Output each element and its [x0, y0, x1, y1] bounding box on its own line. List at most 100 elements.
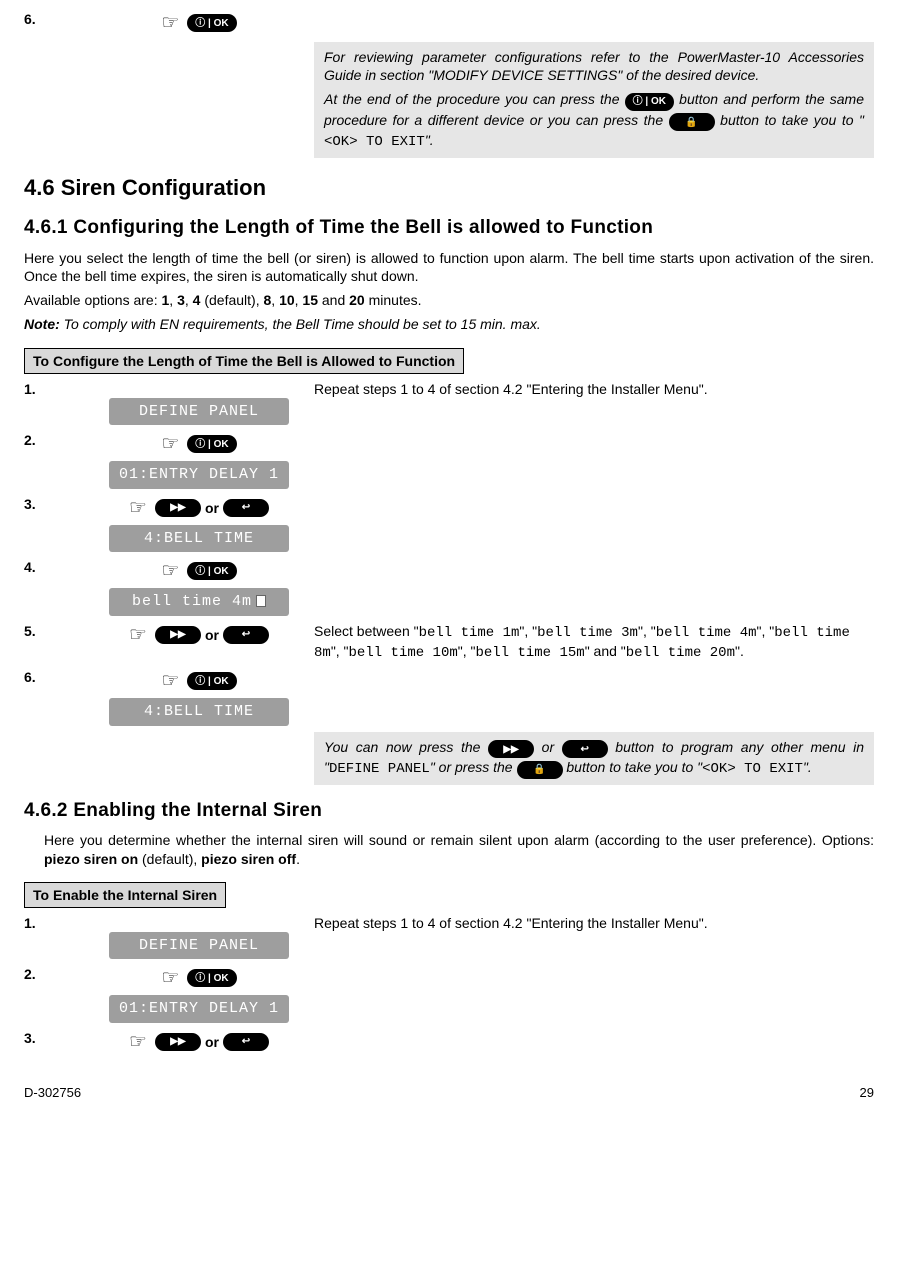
t: button to take you to ": [715, 112, 864, 128]
t: ".: [735, 643, 744, 659]
note-label: Note:: [24, 316, 60, 332]
step-number: 2.: [24, 965, 84, 983]
lcd-display: 4:BELL TIME: [109, 525, 289, 553]
t: Available options are:: [24, 292, 162, 308]
step-number: 2.: [24, 431, 84, 449]
top-note: For reviewing parameter configurations r…: [314, 42, 874, 158]
opt: piezo siren off: [201, 851, 296, 867]
siren-step1: 1. DEFINE PANEL Repeat steps 1 to 4 of s…: [24, 914, 874, 960]
code: bell time 1m: [419, 625, 520, 641]
hand-icon: ☞: [161, 965, 179, 991]
code: bell time 20m: [626, 645, 735, 661]
nav-line: ☞ ▶▶ or ↩: [129, 622, 269, 648]
step-number: 6.: [24, 668, 84, 686]
step-number: 3.: [24, 495, 84, 513]
desc: Select between "bell time 1m", "bell tim…: [314, 622, 874, 662]
t: .: [296, 851, 300, 867]
para-461a: Here you select the length of time the b…: [24, 249, 874, 285]
hand-icon: ☞: [129, 622, 147, 648]
code: <OK> TO EXIT: [324, 134, 425, 150]
t: " and ": [585, 643, 626, 659]
desc: Repeat steps 1 to 4 of section 4.2 "Ente…: [314, 914, 874, 932]
ok-line: ☞ ⓘ | OK: [161, 558, 236, 584]
back-button-icon: ↩: [223, 1033, 269, 1051]
code: bell time 15m: [475, 645, 584, 661]
ok-line: ☞ ⓘ | OK: [161, 965, 236, 991]
table-header-siren: To Enable the Internal Siren: [24, 882, 226, 908]
cursor-icon: [256, 595, 266, 607]
nav-line: ☞ ▶▶ or ↩: [129, 495, 269, 521]
bell-step2: 2. ☞ ⓘ | OK 01:ENTRY DELAY 1: [24, 431, 874, 489]
page-number: 29: [860, 1085, 874, 1102]
heading-4-6-2: 4.6.2 Enabling the Internal Siren: [24, 799, 874, 824]
bell-note: You can now press the ▶▶ or ↩ button to …: [314, 732, 874, 785]
t: ,: [271, 292, 279, 308]
desc: Repeat steps 1 to 4 of section 4.2 "Ente…: [314, 380, 874, 398]
lcd-display: 01:ENTRY DELAY 1: [109, 995, 289, 1023]
note-text: To comply with EN requirements, the Bell…: [60, 316, 541, 332]
hand-icon: ☞: [161, 10, 179, 36]
forward-button-icon: ▶▶: [155, 1033, 201, 1051]
heading-4-6: 4.6 Siren Configuration: [24, 174, 874, 203]
lcd-display: DEFINE PANEL: [109, 932, 289, 960]
note-p1: For reviewing parameter configurations r…: [324, 48, 864, 84]
bell-step5: 5. ☞ ▶▶ or ↩ Select between "bell time 1…: [24, 622, 874, 662]
t: ", ": [638, 623, 656, 639]
step-number: 5.: [24, 622, 84, 640]
t: You can now press the: [324, 739, 488, 755]
back-button-icon: ↩: [562, 740, 608, 758]
code: DEFINE PANEL: [329, 761, 430, 777]
table-header-bell: To Configure the Length of Time the Bell…: [24, 348, 464, 374]
lock-button-icon: [669, 113, 715, 131]
code: bell time 10m: [349, 645, 458, 661]
ok-button-icon: ⓘ | OK: [187, 435, 236, 453]
t: (default),: [138, 851, 201, 867]
para-461b: Available options are: 1, 3, 4 (default)…: [24, 291, 874, 309]
back-button-icon: ↩: [223, 626, 269, 644]
step-number: 3.: [24, 1029, 84, 1047]
t: button to take you to ": [563, 759, 703, 775]
code: <OK> TO EXIT: [702, 761, 803, 777]
ok-button-icon: ⓘ | OK: [625, 93, 674, 111]
control-col: ☞ ▶▶ or ↩: [84, 1029, 314, 1055]
or-label: or: [205, 1033, 219, 1051]
control-col: ☞ ⓘ | OK: [84, 10, 314, 36]
t: and: [318, 292, 349, 308]
para-462: Here you determine whether the internal …: [44, 831, 874, 867]
t: ", ": [331, 643, 349, 659]
t: Here you determine whether the internal …: [44, 832, 874, 848]
control-col: DEFINE PANEL: [84, 380, 314, 426]
ok-line: ☞ ⓘ | OK: [161, 431, 236, 457]
hand-icon: ☞: [161, 431, 179, 457]
heading-4-6-1: 4.6.1 Configuring the Length of Time the…: [24, 216, 874, 241]
code: bell time 4m: [656, 625, 757, 641]
step-number: 1.: [24, 380, 84, 398]
opt: 10: [279, 292, 295, 308]
nav-line: ☞ ▶▶ or ↩: [129, 1029, 269, 1055]
back-button-icon: ↩: [223, 499, 269, 517]
t: ".: [425, 132, 434, 148]
note-p2: At the end of the procedure you can pres…: [324, 90, 864, 151]
bell-step3: 3. ☞ ▶▶ or ↩ 4:BELL TIME: [24, 495, 874, 553]
code: bell time 3m: [537, 625, 638, 641]
control-col: ☞ ⓘ | OK 4:BELL TIME: [84, 668, 314, 726]
siren-step2: 2. ☞ ⓘ | OK 01:ENTRY DELAY 1: [24, 965, 874, 1023]
control-col: ☞ ▶▶ or ↩: [84, 622, 314, 648]
forward-button-icon: ▶▶: [155, 626, 201, 644]
control-col: ☞ ⓘ | OK 01:ENTRY DELAY 1: [84, 965, 314, 1023]
ok-line: ☞ ⓘ | OK: [161, 668, 236, 694]
forward-button-icon: ▶▶: [488, 740, 534, 758]
lock-button-icon: [517, 761, 563, 779]
ok-button-icon: ⓘ | OK: [187, 969, 236, 987]
step-number: 4.: [24, 558, 84, 576]
opt: 3: [177, 292, 185, 308]
step6-top: 6. ☞ ⓘ | OK: [24, 10, 874, 36]
siren-step3: 3. ☞ ▶▶ or ↩: [24, 1029, 874, 1055]
hand-icon: ☞: [161, 558, 179, 584]
ok-button-icon: ⓘ | OK: [187, 562, 236, 580]
hand-icon: ☞: [129, 495, 147, 521]
t: or: [534, 739, 562, 755]
t: ", ": [757, 623, 775, 639]
page-footer: D-302756 29: [24, 1085, 874, 1102]
or-label: or: [205, 626, 219, 644]
